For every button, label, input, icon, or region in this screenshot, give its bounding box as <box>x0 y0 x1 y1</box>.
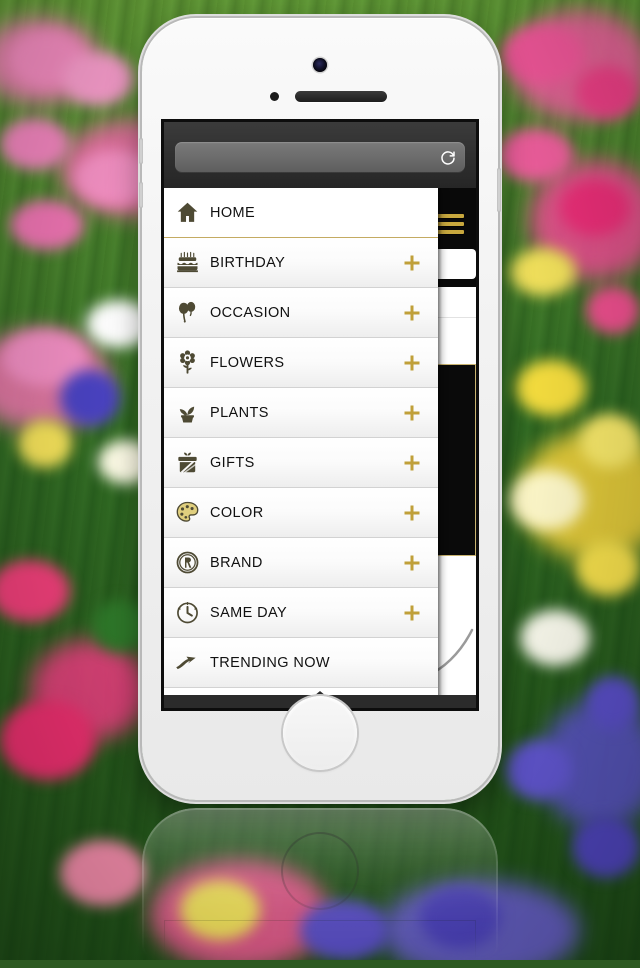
menu-item-label: GIFTS <box>210 454 255 471</box>
menu-item-flowers[interactable]: FLOWERS <box>164 338 438 388</box>
volume-down-button[interactable] <box>139 182 143 208</box>
menu-item-birthday[interactable]: BIRTHDAY <box>164 238 438 288</box>
menu-item-label: OCCASION <box>210 304 291 321</box>
menu-item-gifts[interactable]: GIFTS <box>164 438 438 488</box>
gift-icon <box>164 450 210 475</box>
browser-chrome <box>164 122 476 188</box>
expand-plus-icon[interactable] <box>402 303 422 323</box>
menu-item-label: HOME <box>210 204 256 221</box>
cake-icon <box>164 250 210 275</box>
navigation-drawer: HOME BIRTHDAY OCCASION FLOWERS PLANTS GI… <box>164 188 438 708</box>
phone-reflection <box>142 808 498 968</box>
volume-up-button[interactable] <box>139 138 143 164</box>
clock-icon <box>164 600 210 625</box>
menu-item-plants[interactable]: PLANTS <box>164 388 438 438</box>
menu-item-label: FLOWERS <box>210 354 285 371</box>
front-camera <box>313 58 327 72</box>
earpiece-speaker <box>295 91 387 102</box>
phone-screen: B ❮ A Rush o Vase ( <box>164 122 476 708</box>
registered-mark-icon <box>164 550 210 575</box>
expand-plus-icon[interactable] <box>402 553 422 573</box>
expand-plus-icon[interactable] <box>402 253 422 273</box>
potted-plant-icon <box>164 400 210 425</box>
expand-plus-icon[interactable] <box>402 403 422 423</box>
flower-icon <box>164 350 210 375</box>
home-icon <box>164 200 210 225</box>
expand-plus-icon[interactable] <box>402 503 422 523</box>
web-page: B ❮ A Rush o Vase ( <box>164 188 476 708</box>
power-button[interactable] <box>497 168 501 212</box>
menu-item-color[interactable]: COLOR <box>164 488 438 538</box>
menu-item-label: BRAND <box>210 554 263 571</box>
menu-item-label: PLANTS <box>210 404 269 421</box>
home-button[interactable] <box>283 696 357 770</box>
smartphone-device: B ❮ A Rush o Vase ( <box>139 18 501 800</box>
menu-item-label: COLOR <box>210 504 264 521</box>
reload-icon[interactable] <box>439 148 457 166</box>
menu-item-trending-now[interactable]: TRENDING NOW <box>164 638 438 688</box>
expand-plus-icon[interactable] <box>402 603 422 623</box>
balloons-icon <box>164 300 210 325</box>
proximity-sensor <box>270 92 279 101</box>
drawer-shadow-edge <box>438 188 442 708</box>
menu-item-label: TRENDING NOW <box>210 654 330 671</box>
address-bar[interactable] <box>175 142 465 174</box>
reflection-screen <box>164 920 476 968</box>
expand-plus-icon[interactable] <box>402 353 422 373</box>
expand-plus-icon[interactable] <box>402 453 422 473</box>
menu-item-label: BIRTHDAY <box>210 254 286 271</box>
menu-item-label: SAME DAY <box>210 604 288 621</box>
menu-item-same-day[interactable]: SAME DAY <box>164 588 438 638</box>
reflection-home-button <box>283 834 357 908</box>
trending-up-icon <box>164 650 210 675</box>
menu-item-brand[interactable]: BRAND <box>164 538 438 588</box>
url-input[interactable] <box>185 142 431 174</box>
menu-item-occasion[interactable]: OCCASION <box>164 288 438 338</box>
menu-item-home[interactable]: HOME <box>164 188 438 238</box>
palette-icon <box>164 500 210 525</box>
